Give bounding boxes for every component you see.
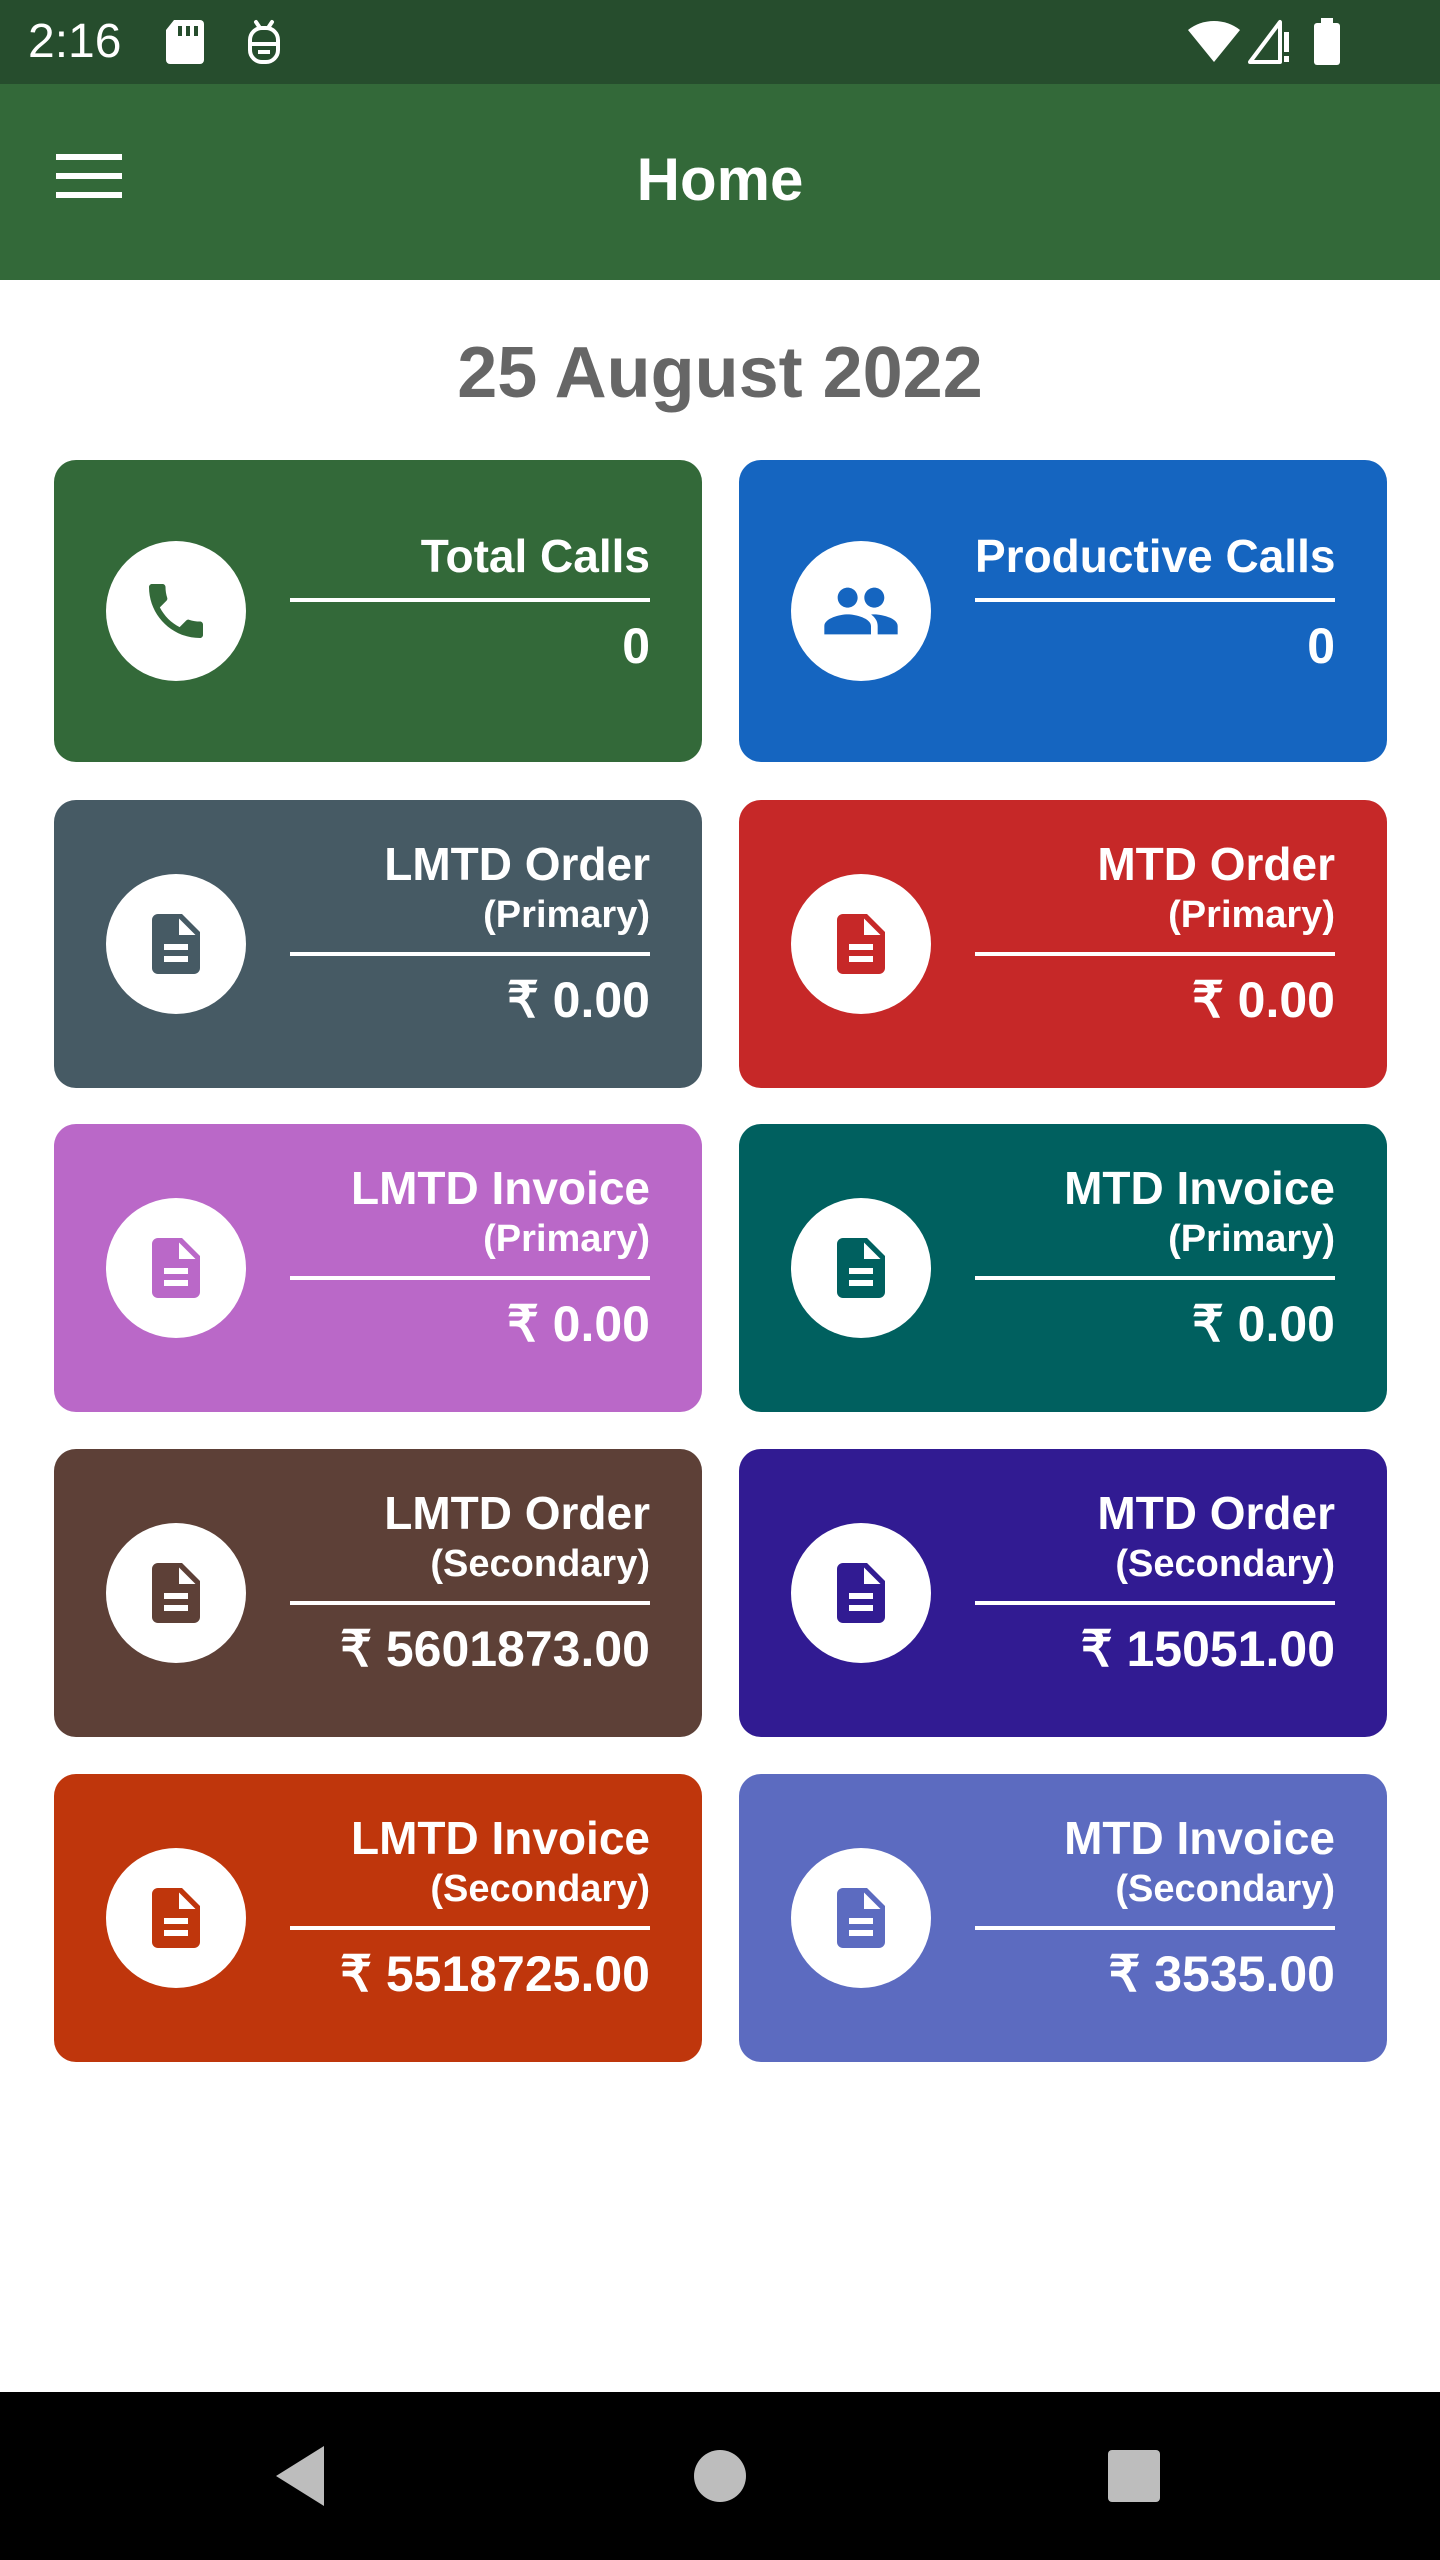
app-bar: Home [0,84,1440,280]
card-divider [290,1276,650,1280]
document-icon [152,1238,200,1298]
card-info: LMTD Order (Secondary) ₹ 5601873.00 [290,1485,650,1679]
people-icon [824,587,898,635]
home-icon[interactable] [678,2434,762,2518]
card-value: ₹ 0.00 [506,972,650,1028]
card-divider [290,598,650,602]
wifi-icon [1188,20,1240,62]
card-subtitle: (Primary) [483,894,650,936]
card-lmtd-invoice-primary[interactable]: LMTD Invoice (Primary) ₹ 0.00 [54,1124,702,1412]
document-icon [152,914,200,974]
card-subtitle: (Primary) [483,1218,650,1260]
card-title: MTD Invoice [1064,1162,1335,1214]
card-title: Productive Calls [975,530,1336,582]
card-icon-circle [106,541,246,681]
phone-icon [149,584,203,638]
card-divider [290,1601,650,1605]
card-info: MTD Order (Secondary) ₹ 15051.00 [975,1485,1335,1679]
card-value: ₹ 0.00 [1191,1296,1335,1352]
card-info: MTD Invoice (Primary) ₹ 0.00 [975,1160,1335,1354]
card-mtd-invoice-secondary[interactable]: MTD Invoice (Secondary) ₹ 3535.00 [739,1774,1387,2062]
card-divider [975,1601,1335,1605]
card-title: Total Calls [420,530,650,582]
debug-icon [248,20,280,64]
card-value: ₹ 15051.00 [1080,1621,1335,1677]
card-icon-circle [791,1523,931,1663]
card-divider [290,952,650,956]
card-icon-circle [791,1198,931,1338]
card-divider [975,1276,1335,1280]
card-info: Total Calls 0 [290,528,650,676]
document-icon [152,1563,200,1623]
card-lmtd-invoice-secondary[interactable]: LMTD Invoice (Secondary) ₹ 5518725.00 [54,1774,702,2062]
card-subtitle: (Secondary) [1115,1543,1335,1585]
card-info: LMTD Order (Primary) ₹ 0.00 [290,836,650,1030]
card-icon-circle [791,874,931,1014]
card-subtitle: (Secondary) [430,1543,650,1585]
back-icon[interactable] [258,2434,342,2518]
document-icon [837,914,885,974]
card-subtitle: (Secondary) [1115,1868,1335,1910]
card-title: LMTD Invoice [350,1162,650,1214]
card-subtitle: (Secondary) [430,1868,650,1910]
card-value: ₹ 0.00 [1191,972,1335,1028]
card-icon-circle [106,874,246,1014]
card-total-calls[interactable]: Total Calls 0 [54,460,702,762]
card-title: MTD Order [1097,838,1335,890]
card-title: MTD Order [1097,1487,1335,1539]
card-divider [975,952,1335,956]
card-value: ₹ 5518725.00 [340,1946,650,2002]
card-icon-circle [106,1198,246,1338]
card-mtd-invoice-primary[interactable]: MTD Invoice (Primary) ₹ 0.00 [739,1124,1387,1412]
card-title: LMTD Invoice [350,1812,650,1864]
current-date: 25 August 2022 [457,333,983,413]
status-bar: 2:16 [0,0,1440,84]
card-productive-calls[interactable]: Productive Calls 0 [739,460,1387,762]
card-icon-circle [791,1848,931,1988]
card-title: MTD Invoice [1064,1812,1335,1864]
battery-icon [1314,18,1340,65]
card-mtd-order-secondary[interactable]: MTD Order (Secondary) ₹ 15051.00 [739,1449,1387,1737]
card-value: 0 [622,618,650,674]
card-icon-circle [791,541,931,681]
status-time: 2:16 [28,15,122,68]
sd-card-icon [166,20,204,64]
signal-icon [1248,20,1289,64]
document-icon [837,1888,885,1948]
document-icon [837,1238,885,1298]
card-divider [975,1926,1335,1930]
card-icon-circle [106,1848,246,1988]
recents-icon[interactable] [1092,2434,1176,2518]
card-info: LMTD Invoice (Secondary) ₹ 5518725.00 [290,1810,650,2004]
card-divider [975,598,1335,602]
card-mtd-order-primary[interactable]: MTD Order (Primary) ₹ 0.00 [739,800,1387,1088]
card-title: LMTD Order [384,1487,650,1539]
card-icon-circle [106,1523,246,1663]
document-icon [152,1888,200,1948]
card-subtitle: (Primary) [1168,894,1335,936]
card-value: 0 [1307,618,1335,674]
card-info: MTD Order (Primary) ₹ 0.00 [975,836,1335,1030]
card-value: ₹ 5601873.00 [340,1621,650,1677]
document-icon [837,1563,885,1623]
card-lmtd-order-primary[interactable]: LMTD Order (Primary) ₹ 0.00 [54,800,702,1088]
card-lmtd-order-secondary[interactable]: LMTD Order (Secondary) ₹ 5601873.00 [54,1449,702,1737]
navigation-bar [0,2392,1440,2560]
card-info: LMTD Invoice (Primary) ₹ 0.00 [290,1160,650,1354]
card-title: LMTD Order [384,838,650,890]
page-title: Home [636,146,804,213]
card-divider [290,1926,650,1930]
card-info: MTD Invoice (Secondary) ₹ 3535.00 [975,1810,1335,2004]
card-value: ₹ 3535.00 [1108,1946,1335,2002]
card-info: Productive Calls 0 [975,528,1335,676]
card-value: ₹ 0.00 [506,1296,650,1352]
card-subtitle: (Primary) [1168,1218,1335,1260]
